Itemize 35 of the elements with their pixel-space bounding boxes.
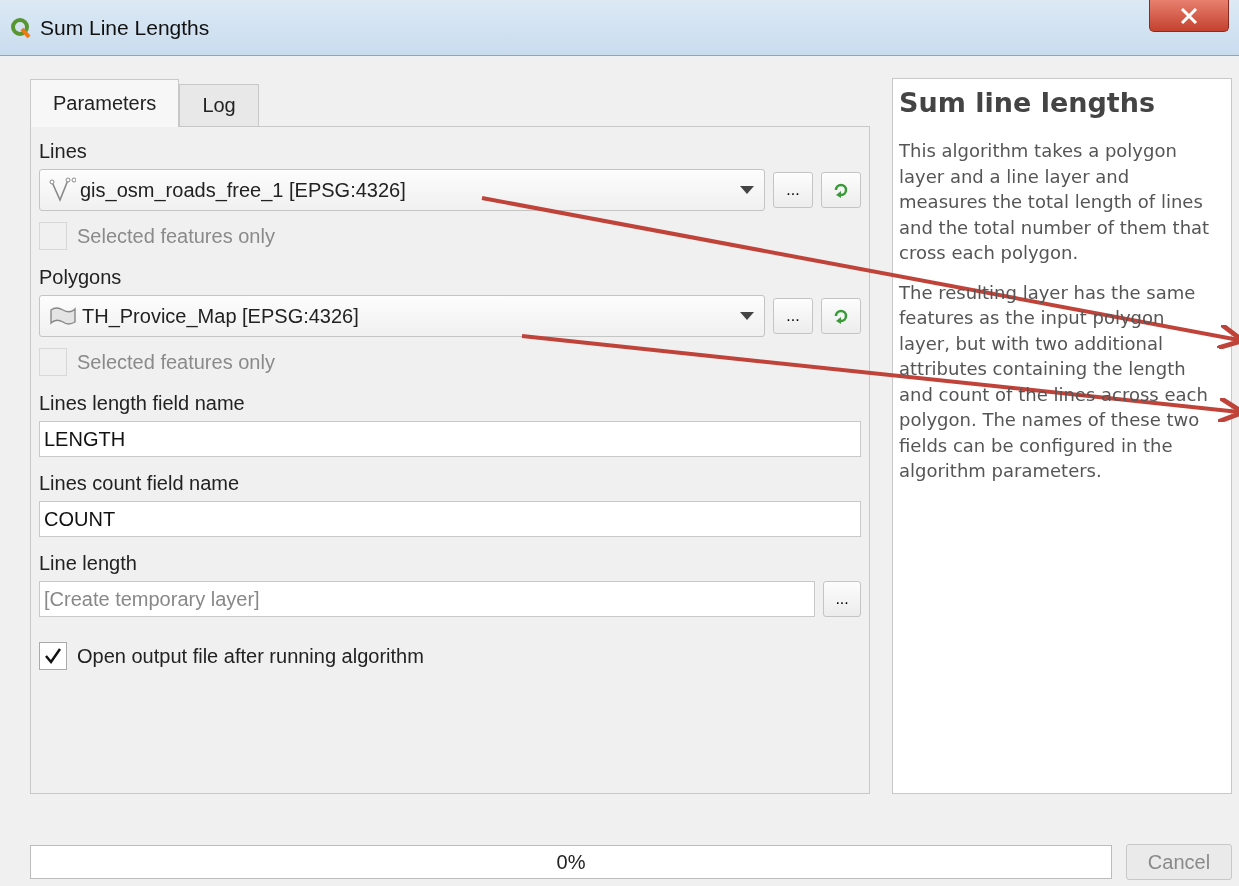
browse-button[interactable]: ...: [823, 581, 861, 617]
checkmark-icon: [44, 647, 62, 665]
checkbox-label: Selected features only: [77, 224, 275, 248]
refresh-icon: [832, 181, 850, 199]
checkbox-label: Selected features only: [77, 350, 275, 374]
help-paragraph: This algorithm takes a polygon layer and a line layer and measures the total length of lines and the total number of them that cross each polygon.: [899, 139, 1211, 265]
dropdown-caret-icon: [740, 312, 754, 320]
app-logo-icon: [10, 16, 32, 39]
close-button[interactable]: [1149, 0, 1229, 32]
dropdown-caret-icon: [740, 186, 754, 194]
window-title: Sum Line Lengths: [40, 15, 210, 40]
checkbox[interactable]: [39, 642, 67, 670]
parameter-label: Lines count field name: [39, 470, 241, 496]
tab[interactable]: Parameters: [30, 79, 180, 127]
help-title: Sum line lengths: [899, 87, 1156, 118]
iterate-button[interactable]: [821, 298, 861, 334]
parameter-label: Polygons: [39, 264, 123, 290]
parameter-label: Lines length field name: [39, 390, 246, 416]
checkbox-label: Open output file after running algorithm: [77, 644, 424, 668]
refresh-icon: [832, 307, 850, 325]
browse-button[interactable]: ...: [773, 298, 813, 334]
parameter-label: Line length: [39, 550, 138, 576]
close-icon: [1180, 7, 1198, 24]
input-field[interactable]: LENGTH: [39, 421, 861, 457]
output-field[interactable]: [Create temporary layer]: [39, 581, 816, 617]
line-layer-icon: [48, 176, 76, 204]
iterate-button[interactable]: [821, 172, 861, 208]
progress-text: 0%: [556, 850, 586, 874]
browse-button[interactable]: ...: [773, 172, 813, 208]
input-field[interactable]: COUNT: [39, 501, 861, 537]
layer-dropdown[interactable]: TH_Provice_Map [EPSG:4326]: [39, 295, 765, 337]
polygon-layer-icon: [48, 304, 78, 328]
layer-dropdown[interactable]: gis_osm_roads_free_1 [EPSG:4326]: [39, 169, 765, 211]
tab[interactable]: Log: [179, 84, 259, 126]
parameter-label: Lines: [39, 138, 88, 164]
